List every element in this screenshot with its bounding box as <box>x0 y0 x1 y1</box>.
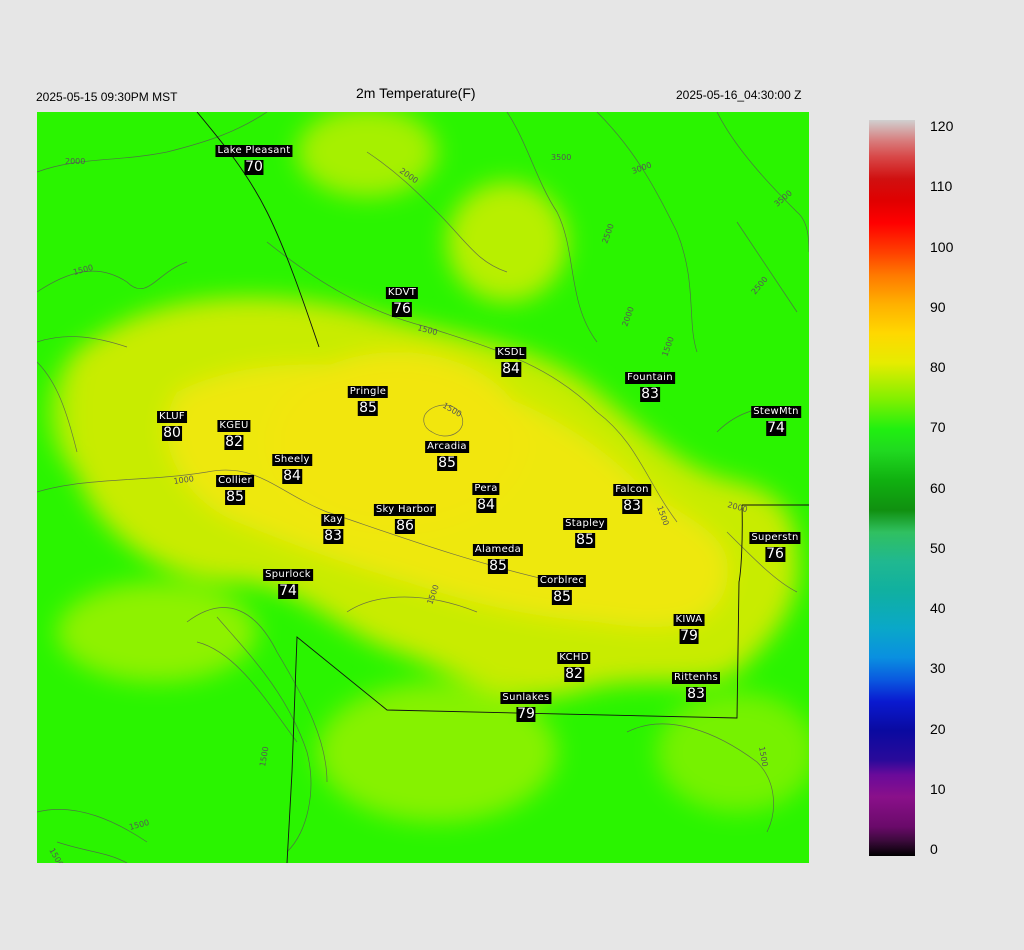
map-title: 2m Temperature(F) <box>356 85 476 101</box>
station-temperature: 83 <box>622 498 642 514</box>
station-marker: Collier 85 <box>216 470 254 505</box>
colorbar-tick-label: 10 <box>930 780 946 797</box>
temperature-colorbar <box>869 120 915 856</box>
station-name: Kay <box>321 514 345 526</box>
station-name: Superstn <box>749 532 801 544</box>
station-temperature: 76 <box>765 546 785 562</box>
station-marker: Sunlakes 79 <box>500 687 552 722</box>
station-temperature: 79 <box>516 706 536 722</box>
station-marker: KIWA 79 <box>673 609 705 644</box>
station-name: Sky Harbor <box>373 504 437 516</box>
colorbar-tick-label: 50 <box>930 539 946 556</box>
station-temperature: 86 <box>395 518 415 534</box>
station-marker: Spurlock 74 <box>263 564 313 599</box>
station-temperature: 85 <box>437 455 457 471</box>
station-temperature: 82 <box>564 666 584 682</box>
station-temperature: 74 <box>278 583 298 599</box>
station-name: KSDL <box>495 347 527 359</box>
colorbar-tick-label: 110 <box>930 178 953 195</box>
station-marker: KCHD 82 <box>557 647 591 682</box>
station-name: Alameda <box>472 544 524 556</box>
station-temperature: 85 <box>575 532 595 548</box>
station-marker: KSDL 84 <box>495 342 527 377</box>
station-marker: Lake Pleasant 70 <box>215 140 293 175</box>
station-temperature: 70 <box>244 159 264 175</box>
station-temperature: 76 <box>392 301 412 317</box>
station-marker: Rittenhs 83 <box>671 667 721 702</box>
station-temperature: 84 <box>282 468 302 484</box>
colorbar-tick-label: 70 <box>930 419 946 436</box>
station-name: Pringle <box>347 386 389 398</box>
station-temperature: 84 <box>501 361 521 377</box>
station-marker: Arcadia 85 <box>425 436 469 471</box>
station-marker: KGEU 82 <box>217 415 251 450</box>
station-name: Pera <box>472 483 500 495</box>
station-temperature: 83 <box>323 528 343 544</box>
colorbar-tick-label: 100 <box>930 238 954 255</box>
station-temperature: 85 <box>358 400 378 416</box>
colorbar-tick-label: 80 <box>930 359 946 375</box>
station-marker: StewMtn 74 <box>751 401 801 436</box>
station-temperature: 84 <box>476 497 496 513</box>
temperature-map[interactable]: 2000 2000 3500 3000 3500 2500 2000 2500 … <box>37 112 809 863</box>
colorbar-tick-label: 0 <box>930 841 938 857</box>
station-marker: Sky Harbor 86 <box>373 499 437 534</box>
contour-label: 2000 <box>65 157 85 166</box>
station-temperature: 85 <box>488 558 508 574</box>
station-temperature: 74 <box>766 420 786 436</box>
station-temperature: 83 <box>640 386 660 402</box>
station-name: KLUF <box>157 411 187 423</box>
station-marker: Corblrec 85 <box>537 570 587 605</box>
station-temperature: 85 <box>552 589 572 605</box>
station-name: Arcadia <box>425 441 469 453</box>
station-marker: Fountain 83 <box>625 367 675 402</box>
station-name: Lake Pleasant <box>215 145 293 157</box>
station-name: Fountain <box>625 372 675 384</box>
station-name: KDVT <box>385 287 419 299</box>
station-name: KIWA <box>673 614 705 626</box>
colorbar-tick-label: 40 <box>930 600 946 616</box>
station-marker: Falcon 83 <box>613 479 651 514</box>
station-marker: Alameda 85 <box>472 539 524 574</box>
station-name: StewMtn <box>751 406 801 418</box>
station-marker: KLUF 80 <box>157 406 187 441</box>
station-name: Spurlock <box>263 569 313 581</box>
local-time: 2025-05-15 09:30PM MST <box>36 90 178 104</box>
station-temperature: 85 <box>225 489 245 505</box>
map-field: 2000 2000 3500 3000 3500 2500 2000 2500 … <box>37 112 809 863</box>
station-marker: Superstn 76 <box>749 527 801 562</box>
utc-time: 2025-05-16_04:30:00 Z <box>676 88 802 102</box>
station-marker: Pringle 85 <box>347 381 389 416</box>
station-temperature: 80 <box>162 425 182 441</box>
colorbar-tick-label: 120 <box>930 118 954 134</box>
station-marker: KDVT 76 <box>385 282 419 317</box>
colorbar-tick-label: 90 <box>930 298 946 315</box>
station-temperature: 82 <box>224 434 244 450</box>
station-name: Collier <box>216 475 254 487</box>
colorbar-tick-label: 60 <box>930 479 946 496</box>
station-name: KCHD <box>557 652 591 664</box>
station-marker: Stapley 85 <box>563 513 607 548</box>
colorbar-tick-label: 20 <box>930 720 946 737</box>
station-name: Sunlakes <box>500 692 552 704</box>
station-name: Rittenhs <box>671 672 721 684</box>
station-marker: Kay 83 <box>321 509 345 544</box>
station-name: Sheely <box>272 454 312 466</box>
station-temperature: 83 <box>686 686 706 702</box>
contour-label: 3500 <box>551 153 571 162</box>
station-name: Stapley <box>563 518 607 530</box>
station-name: KGEU <box>217 420 251 432</box>
colorbar-tick-label: 30 <box>930 660 946 677</box>
station-marker: Pera 84 <box>472 478 500 513</box>
station-name: Falcon <box>613 484 651 496</box>
station-marker: Sheely 84 <box>272 449 312 484</box>
station-temperature: 79 <box>679 628 699 644</box>
station-name: Corblrec <box>537 575 587 587</box>
